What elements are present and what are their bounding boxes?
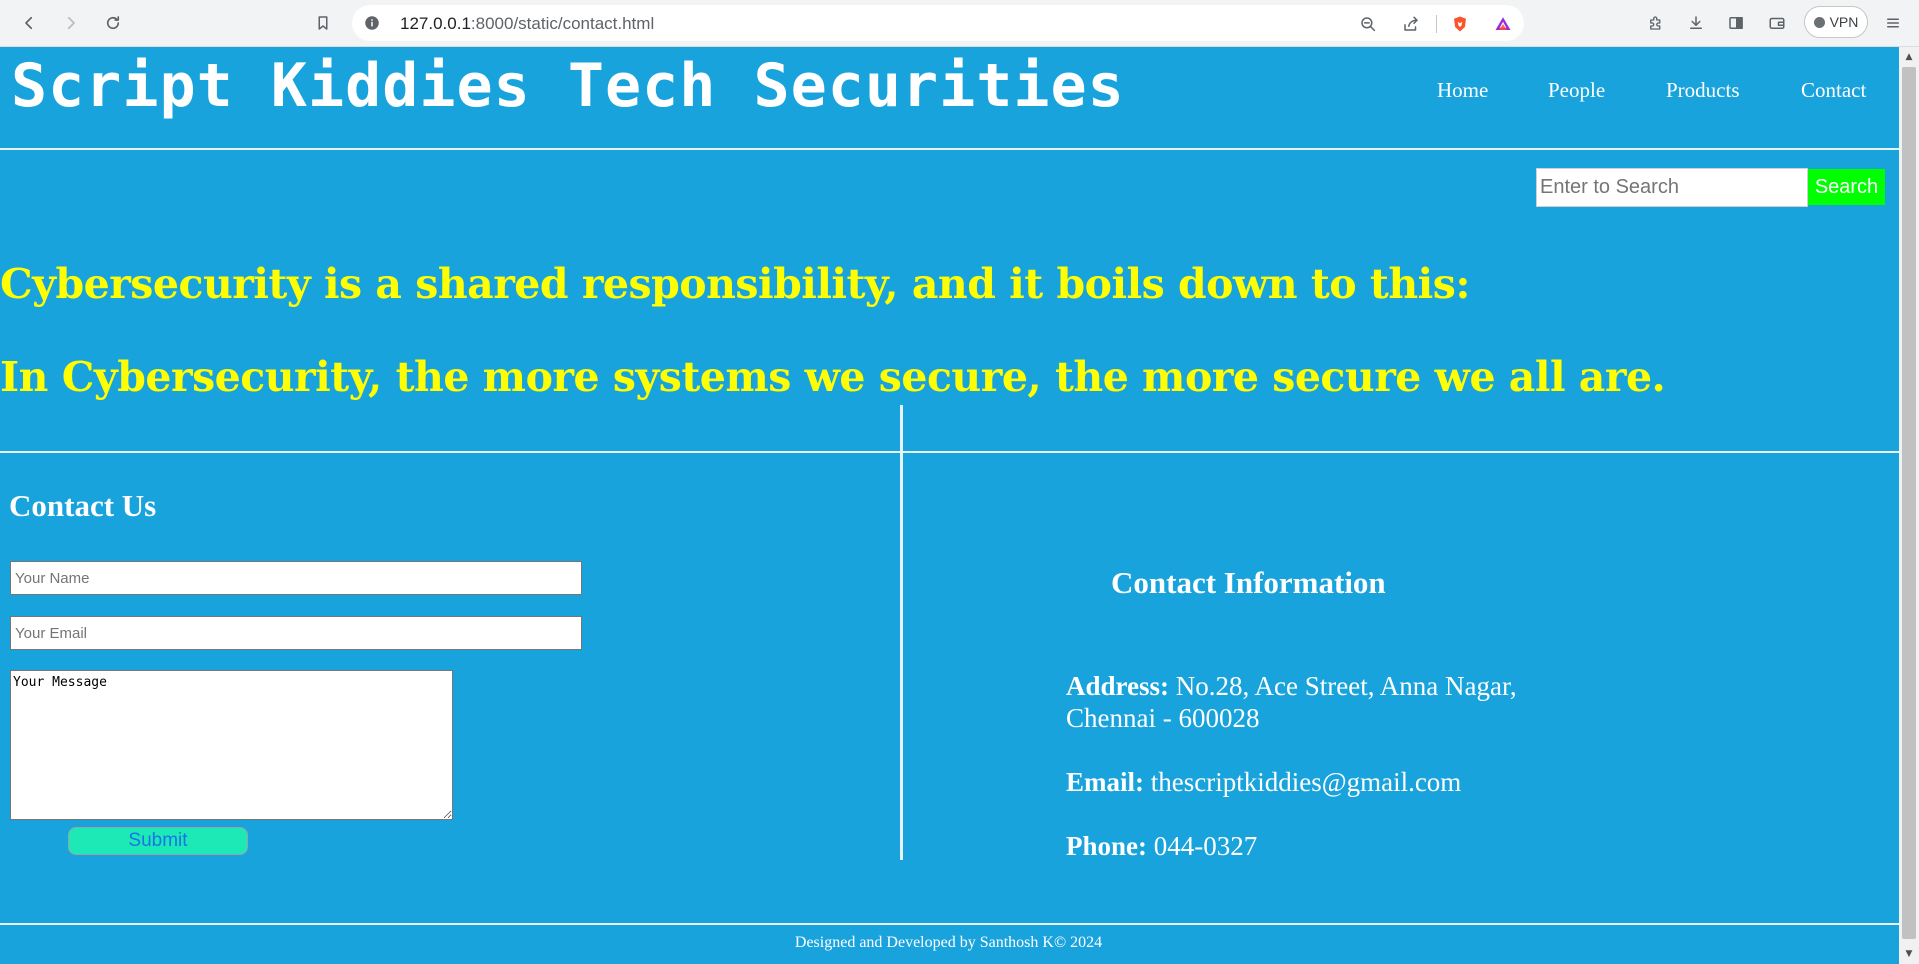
- address-value-1: No.28, Ace Street, Anna Nagar,: [1175, 671, 1517, 701]
- phone-label: Phone:: [1066, 831, 1147, 861]
- email-field[interactable]: [10, 616, 582, 650]
- name-field[interactable]: [10, 561, 582, 595]
- footer-divider: [0, 923, 1899, 925]
- hero-line-1: Cybersecurity is a shared responsibility…: [0, 260, 1470, 308]
- menu-icon[interactable]: [1879, 9, 1907, 37]
- share-icon[interactable]: [1399, 12, 1423, 36]
- vpn-status-icon: [1813, 16, 1825, 28]
- page-body: Script Kiddies Tech Securities Home Peop…: [0, 47, 1899, 964]
- download-icon[interactable]: [1682, 9, 1710, 37]
- zoom-icon[interactable]: [1356, 12, 1380, 36]
- scroll-up-arrow-icon[interactable]: ▲: [1899, 49, 1919, 65]
- contact-info-heading: Contact Information: [1111, 565, 1386, 600]
- site-title: Script Kiddies Tech Securities: [11, 51, 1125, 121]
- hero-line-2: In Cybersecurity, the more systems we se…: [0, 353, 1666, 401]
- address-line-2: Chennai - 600028: [1066, 703, 1260, 733]
- browser-toolbar: 127.0.0.1:8000/static/contact.html VPN: [0, 0, 1919, 47]
- search-input[interactable]: [1536, 168, 1808, 207]
- email-line: Email: thescriptkiddies@gmail.com: [1066, 766, 1461, 798]
- omnibox-separator: [1436, 15, 1437, 33]
- submit-button[interactable]: Submit: [68, 827, 248, 855]
- address-line-1: Address: No.28, Ace Street, Anna Nagar,: [1066, 670, 1517, 702]
- message-field[interactable]: [10, 670, 453, 820]
- phone-line: Phone: 044-0327: [1066, 830, 1257, 862]
- contact-us-heading: Contact Us: [9, 488, 157, 523]
- brave-shield-icon[interactable]: [1448, 12, 1472, 36]
- extensions-icon[interactable]: [1642, 9, 1670, 37]
- scrollbar-thumb[interactable]: [1902, 67, 1916, 939]
- header-divider: [0, 148, 1899, 150]
- column-divider: [900, 405, 903, 860]
- hero-divider: [0, 451, 1899, 453]
- email-label: Email:: [1066, 767, 1144, 797]
- info-icon[interactable]: [363, 14, 381, 32]
- email-value: thescriptkiddies@gmail.com: [1150, 767, 1462, 797]
- footer: Designed and Developed by Santhosh K© 20…: [0, 934, 1899, 952]
- search-button[interactable]: Search: [1808, 169, 1885, 205]
- footer-text: Designed and Developed by Santhosh K© 20…: [794, 934, 1103, 951]
- back-icon[interactable]: [15, 9, 43, 37]
- nav-people[interactable]: People: [1548, 78, 1605, 103]
- nav-contact[interactable]: Contact: [1801, 78, 1866, 103]
- url-path: :8000/static/contact.html: [470, 14, 655, 33]
- nav-products[interactable]: Products: [1666, 78, 1740, 103]
- url-text[interactable]: 127.0.0.1:8000/static/contact.html: [400, 14, 654, 34]
- vpn-label: VPN: [1829, 14, 1859, 30]
- address-label: Address:: [1066, 671, 1170, 701]
- scroll-down-arrow-icon[interactable]: ▼: [1899, 946, 1919, 962]
- wallet-icon[interactable]: [1763, 9, 1791, 37]
- brave-rewards-icon[interactable]: [1491, 12, 1515, 36]
- bookmark-icon[interactable]: [309, 9, 337, 37]
- vpn-button[interactable]: VPN: [1804, 6, 1868, 38]
- address-bar[interactable]: 127.0.0.1:8000/static/contact.html: [352, 5, 1524, 41]
- reload-icon[interactable]: [99, 9, 127, 37]
- url-host: 127.0.0.1: [400, 14, 471, 33]
- forward-icon[interactable]: [57, 9, 85, 37]
- nav-home[interactable]: Home: [1437, 78, 1488, 103]
- sidebar-icon[interactable]: [1722, 9, 1750, 37]
- phone-value: 044-0327: [1153, 831, 1258, 861]
- page-scrollbar[interactable]: ▲ ▼: [1899, 47, 1919, 964]
